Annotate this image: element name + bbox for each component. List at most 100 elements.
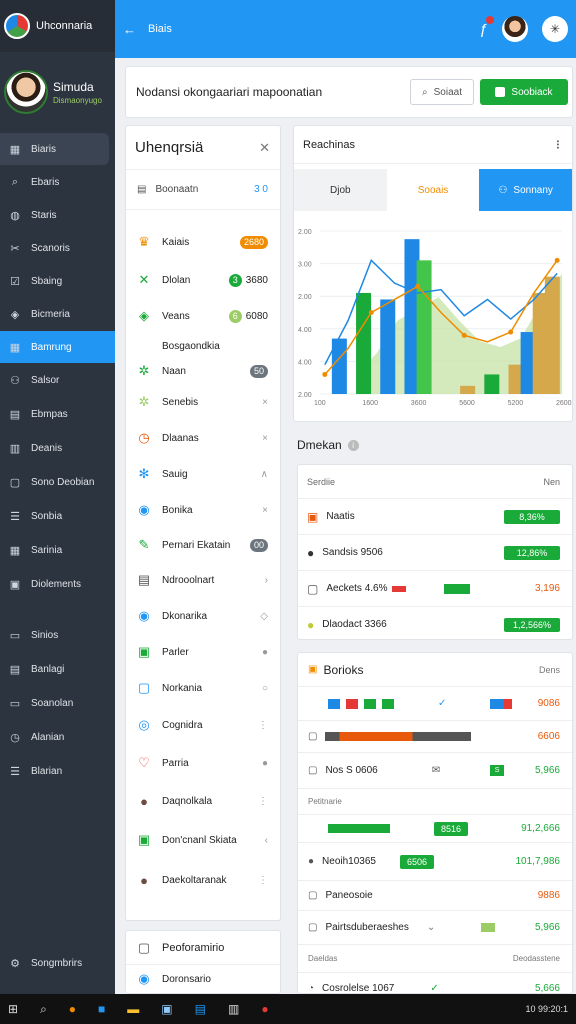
list-item[interactable]: ◉ Doronsario: [126, 965, 280, 993]
list-item[interactable]: ♡ Parria ●: [126, 744, 280, 782]
item-action-icon[interactable]: ›: [265, 575, 268, 586]
sidebar-item-11[interactable]: ☰ Sonbia: [0, 500, 109, 533]
sidebar-item-17[interactable]: ◷ Alanian: [0, 721, 109, 754]
tab-3[interactable]: ⚇ Sonnany: [479, 169, 573, 211]
sidebar-item-1[interactable]: ⌕ Ebaris: [0, 166, 109, 198]
list-item[interactable]: ◉ Bonika ×: [126, 492, 280, 528]
folder-icon[interactable]: ▬: [127, 1002, 139, 1016]
browser-icon[interactable]: ●: [261, 1002, 268, 1016]
list-panel: Uhenqrsiä ✕ ▤ Boonaatn 3 0 ♛ Kaiais 2680 ✕ D…: [125, 125, 281, 921]
browser-icon[interactable]: ●: [69, 1002, 76, 1016]
close-icon[interactable]: ✕: [259, 140, 270, 156]
list-item[interactable]: ✲ Senebis ×: [126, 384, 280, 420]
list-item[interactable]: ✕ Dlolan 3 3680: [126, 262, 280, 298]
item-action-icon[interactable]: ◇: [260, 611, 268, 622]
app-icon[interactable]: ■: [98, 1002, 105, 1016]
sidebar-item-3[interactable]: ✂ Scanoris: [0, 232, 109, 264]
list-item[interactable]: ▣ Don'cnanl Skiata ‹: [126, 820, 280, 860]
list-item[interactable]: ◎ Cognidra ⋮: [126, 706, 280, 744]
header-avatar[interactable]: [502, 16, 528, 42]
list-row[interactable]: Petitnarie: [298, 789, 572, 815]
sidebar-item-10[interactable]: ▢ Sono Deobian: [0, 466, 109, 499]
list-row[interactable]: ▢ Paneosoie 9886: [298, 881, 572, 911]
list-filter[interactable]: ▤ Boonaatn 3 0: [126, 170, 280, 210]
table-row[interactable]: ● Sandsis 9506 12,86%: [298, 535, 572, 571]
list-item[interactable]: ◷ Dlaanas ×: [126, 420, 280, 456]
list-row[interactable]: ● Neoih10365 6506 101,7,986: [298, 843, 572, 881]
app-logo[interactable]: [4, 13, 30, 39]
sidebar-item-18[interactable]: ☰ Blarian: [0, 755, 109, 788]
square-icon: ▢: [137, 939, 151, 955]
list-item[interactable]: ▣ Parler ●: [126, 634, 280, 670]
app-icon[interactable]: ▥: [228, 1002, 239, 1016]
row-icon: ▢: [308, 765, 318, 776]
list-item[interactable]: ▤ Ndrooolnart ›: [126, 562, 280, 598]
list-icon: ☰: [10, 766, 20, 778]
checkbox-icon[interactable]: ▢: [308, 731, 317, 742]
list-row[interactable]: 8516 91,2,666: [298, 815, 572, 843]
list-row[interactable]: ▢ 6606: [298, 721, 572, 753]
sidebar-item-0[interactable]: ▦ Biaris: [0, 133, 109, 165]
user-menu-icon[interactable]: ✳: [542, 16, 568, 42]
list-item[interactable]: ▢ Norkania ○: [126, 670, 280, 706]
info-icon[interactable]: i: [347, 439, 359, 451]
item-action-icon[interactable]: ×: [262, 397, 268, 408]
app-icon[interactable]: ▣: [161, 1002, 172, 1016]
notification-icon[interactable]: ƒ: [480, 15, 494, 38]
list-item[interactable]: ♛ Kaiais 2680: [126, 222, 280, 262]
list-item[interactable]: Bosgaondkia: [126, 334, 280, 358]
table-row[interactable]: ▣ Naatis 8,36%: [298, 499, 572, 535]
list-item-label: Ndrooolnart: [162, 574, 215, 586]
item-action-icon[interactable]: ⋮: [258, 875, 268, 886]
item-action-icon[interactable]: ⋮: [258, 720, 268, 731]
table-row[interactable]: ▢ Aeckets 4.6% 3,196: [298, 571, 572, 607]
sidebar-item-2[interactable]: ◍ Staris: [0, 199, 109, 231]
item-action-icon[interactable]: ∧: [261, 469, 268, 480]
list-item[interactable]: ◈ Veans 6 6080: [126, 298, 280, 334]
tab-2[interactable]: Sooais: [386, 169, 480, 211]
search-button[interactable]: ⌕ Soiaat: [410, 79, 474, 105]
y-tick-label: 2.00: [298, 392, 312, 399]
item-action-icon[interactable]: ●: [262, 758, 268, 769]
item-action-icon[interactable]: ○: [262, 683, 268, 694]
sidebar-item-7[interactable]: ⚇ Salsor: [0, 364, 109, 397]
more-icon[interactable]: ⁝: [556, 137, 560, 153]
sidebar-item-settings[interactable]: ⚙ Songmbrirs: [0, 947, 109, 979]
line-point: [461, 332, 467, 338]
item-action-icon[interactable]: ⋮: [258, 796, 268, 807]
list-item[interactable]: ✎ Pernari Ekatain 00: [126, 528, 280, 562]
sidebar-item-9[interactable]: ▥ Deanis: [0, 432, 109, 465]
item-action-icon[interactable]: ×: [262, 505, 268, 516]
back-arrow-icon[interactable]: ←: [123, 22, 136, 37]
tab-1[interactable]: Djob: [294, 169, 387, 211]
sidebar-item-5[interactable]: ◈ Bicmeria: [0, 298, 109, 330]
list-item[interactable]: ● Daqnolkala ⋮: [126, 782, 280, 820]
sidebar-item-15[interactable]: ▤ Banlagi: [0, 653, 109, 686]
item-action-icon[interactable]: ×: [262, 433, 268, 444]
list-item[interactable]: ✲ Naan 50: [126, 358, 280, 384]
table-cell-label: Aeckets 4.6%: [326, 583, 388, 594]
list-item[interactable]: ◉ Dkonarika ◇: [126, 598, 280, 634]
sidebar-item-6[interactable]: ▦ Bamrung: [0, 331, 115, 363]
item-action-icon[interactable]: ●: [262, 647, 268, 658]
list-row[interactable]: ✓ 9086: [298, 687, 572, 721]
list-row[interactable]: ▢ Pairtsduberaeshes ⌄ 5,966: [298, 911, 572, 945]
check-square-icon: ▣: [137, 832, 151, 847]
row-icon: ▢: [308, 890, 318, 901]
sidebar-item-12[interactable]: ▦ Sarinia: [0, 534, 109, 567]
table-row[interactable]: ● Dlaodact 3366 1,2,566%: [298, 607, 572, 643]
list-item[interactable]: ● Daekoltaranak ⋮: [126, 860, 280, 900]
sidebar-item-14[interactable]: ▭ Sinios: [0, 619, 109, 652]
app-icon[interactable]: ▤: [195, 1002, 206, 1016]
search-icon[interactable]: ⌕: [40, 1002, 47, 1017]
action-button[interactable]: Soobiack: [480, 79, 568, 105]
windows-icon[interactable]: ⊞: [8, 1002, 18, 1016]
sidebar-item-8[interactable]: ▤ Ebmpas: [0, 398, 109, 431]
sidebar-item-13[interactable]: ▣ Diolements: [0, 568, 109, 601]
list-item[interactable]: ✻ Sauig ∧: [126, 456, 280, 492]
sidebar-item-16[interactable]: ▭ Soanolan: [0, 687, 109, 720]
sidebar-item-4[interactable]: ☑ Sbaing: [0, 265, 109, 297]
list-row[interactable]: ▢ Nos S 0606 ✉ S 5,966: [298, 753, 572, 789]
item-action-icon[interactable]: ‹: [265, 835, 268, 846]
user-profile[interactable]: Simuda Dismaonyugo: [0, 52, 115, 132]
